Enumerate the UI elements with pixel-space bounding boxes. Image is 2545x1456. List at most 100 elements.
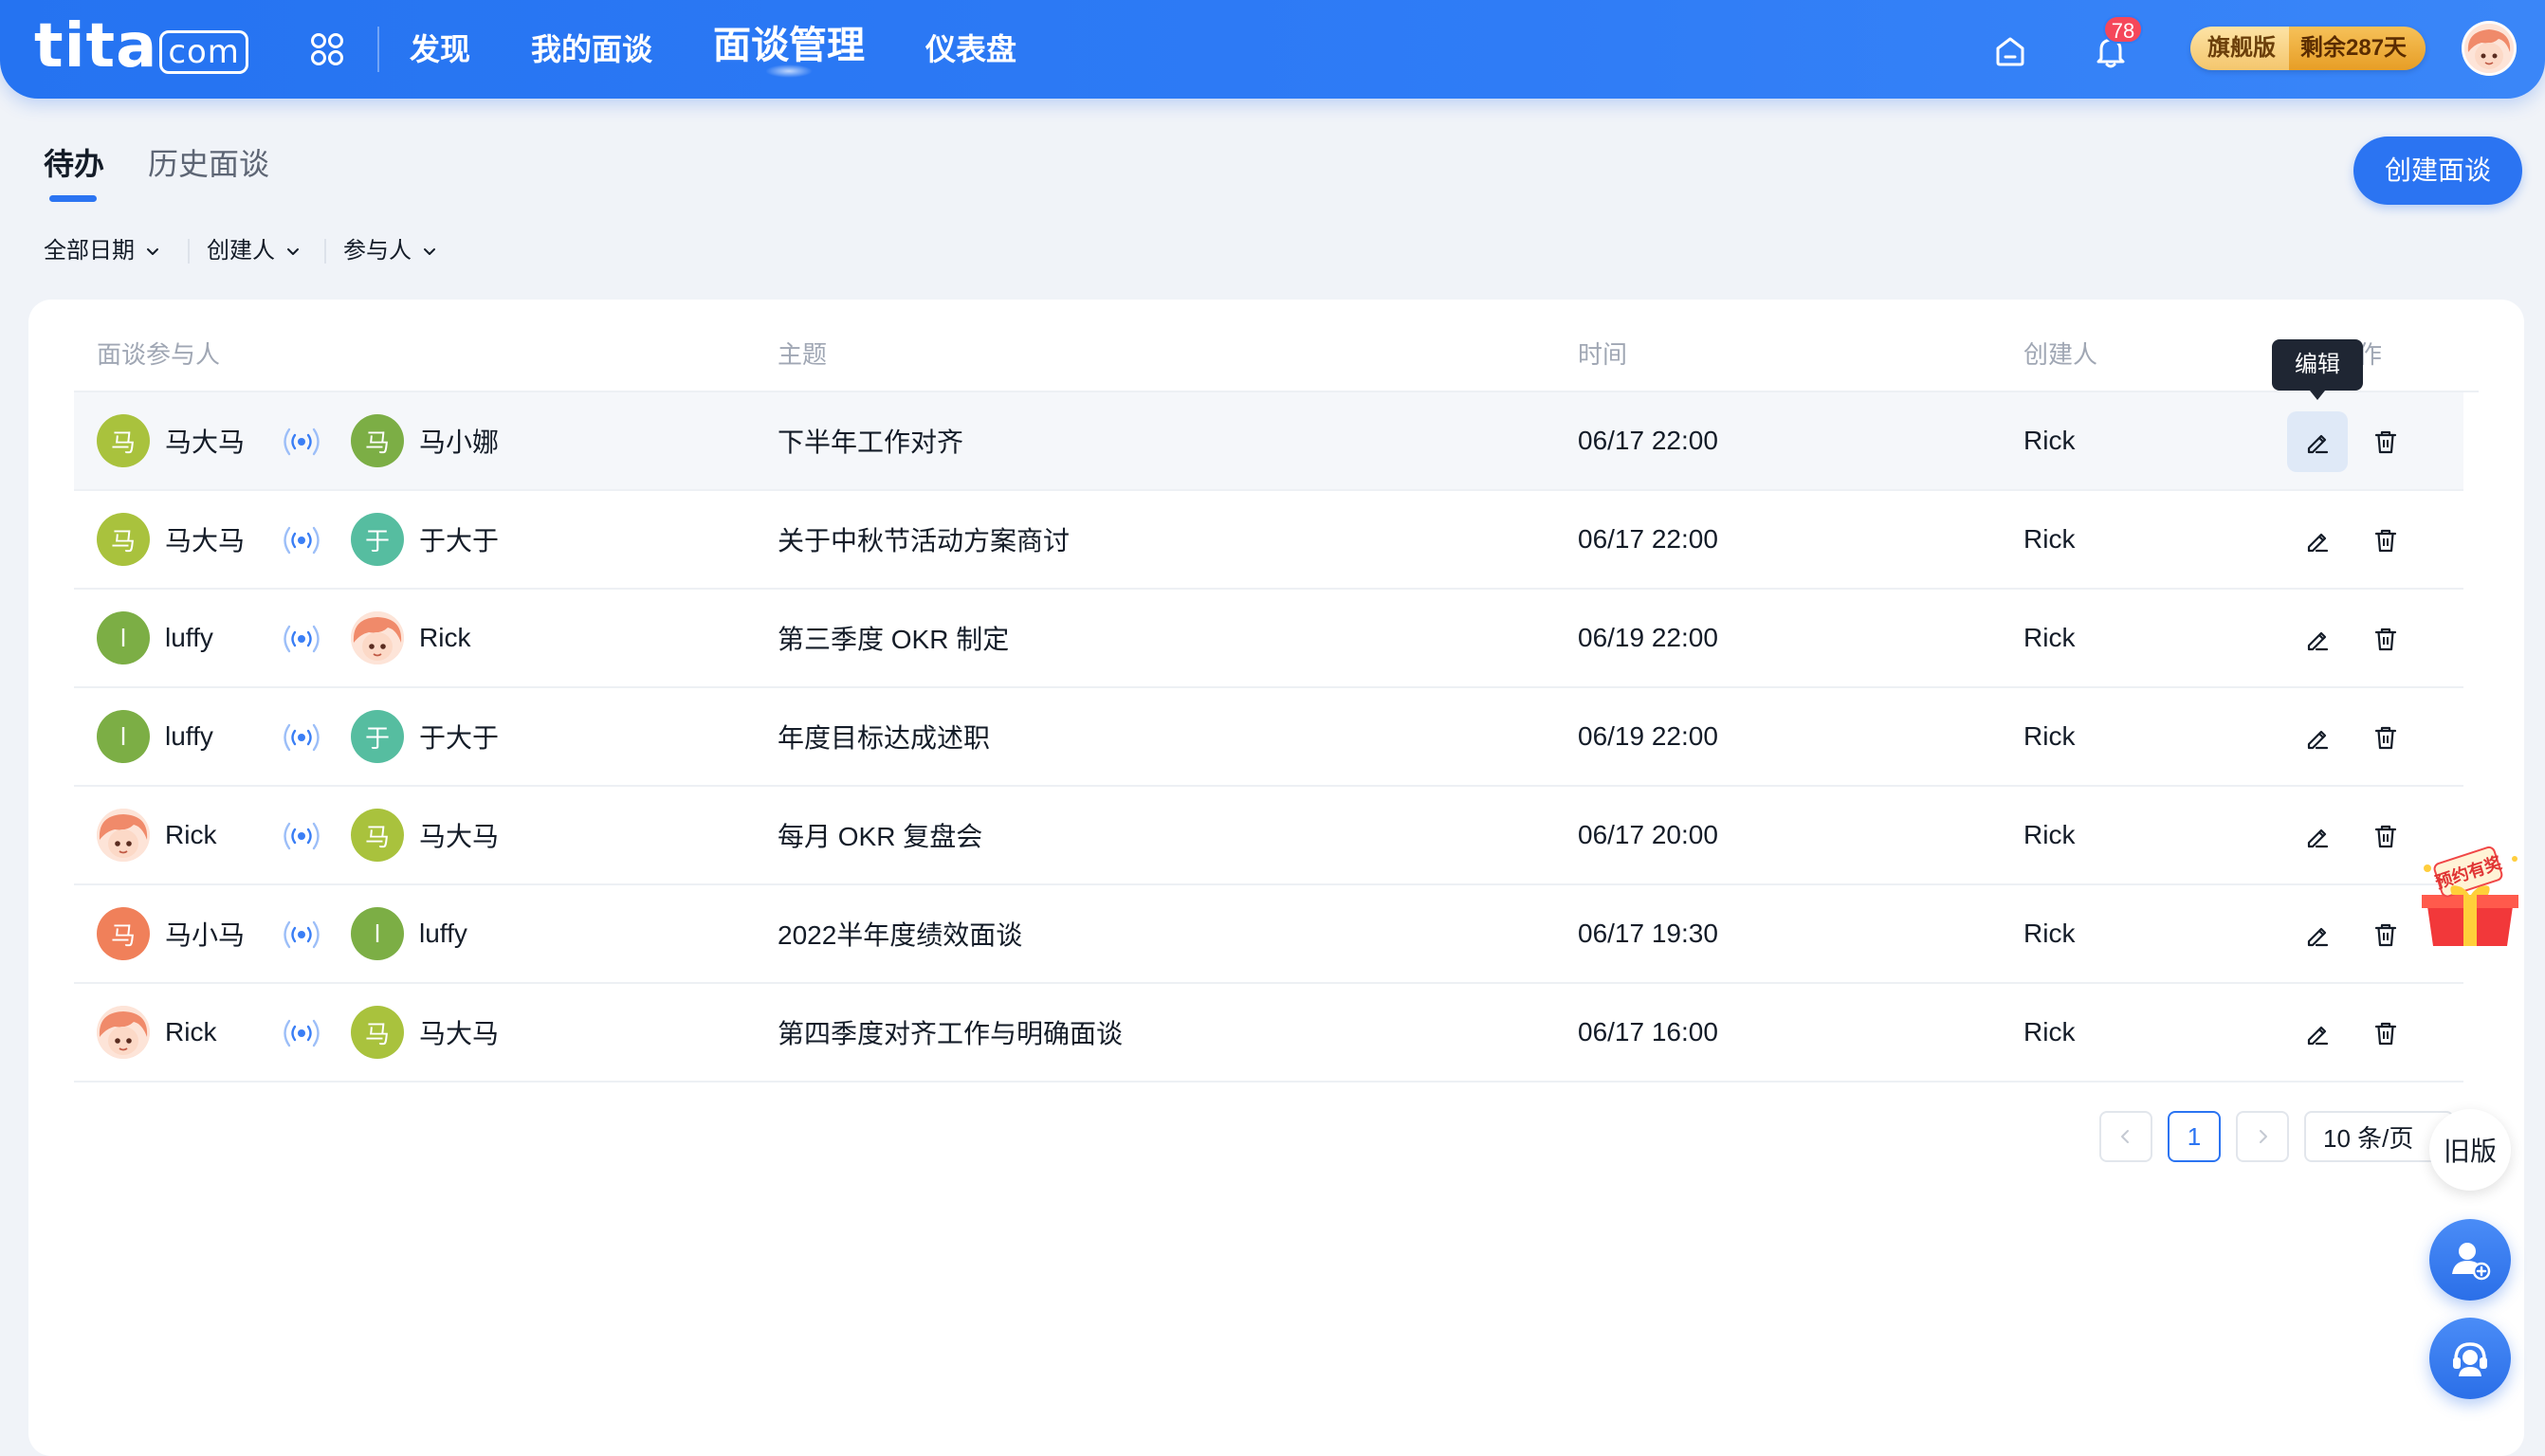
filter-participant[interactable]: 参与人 — [343, 235, 438, 267]
participant-avatar — [97, 1006, 150, 1059]
delete-button[interactable] — [2355, 411, 2416, 472]
nav-my-interviews[interactable]: 我的面谈 — [531, 25, 652, 74]
chevron-down-icon — [147, 248, 158, 255]
participant-1[interactable]: l luffy — [97, 590, 213, 686]
prev-page-button[interactable] — [2099, 1111, 2152, 1162]
nav-divider — [377, 27, 379, 72]
edit-pencil-icon — [2307, 828, 2329, 848]
edit-pencil-icon — [2307, 730, 2329, 750]
edit-tooltip: 编辑 — [2272, 339, 2363, 400]
delete-button[interactable] — [2355, 806, 2416, 866]
tab-todo[interactable]: 待办 — [44, 142, 104, 186]
participant-2[interactable]: 马 马大马 — [351, 787, 499, 883]
delete-button[interactable] — [2355, 707, 2416, 768]
add-member-button[interactable] — [2429, 1219, 2511, 1301]
participant-2[interactable]: l luffy — [351, 885, 467, 982]
filter-creator[interactable]: 创建人 — [207, 235, 302, 267]
customer-service-button[interactable] — [2429, 1318, 2511, 1399]
table-row[interactable]: 马 马大马 于 于大于 关于中秋节活动方案商讨 06/17 22:00 Rick — [74, 491, 2463, 590]
chevron-right-icon — [2260, 1130, 2267, 1143]
interview-creator: Rick — [2023, 1017, 2076, 1046]
page-number-button[interactable]: 1 — [2168, 1111, 2221, 1162]
delete-button[interactable] — [2355, 904, 2416, 965]
edit-button[interactable] — [2287, 411, 2348, 472]
edit-button[interactable] — [2287, 609, 2348, 669]
delete-button[interactable] — [2355, 510, 2416, 571]
table-row[interactable]: l luffy Rick 第三季度 OKR 制定 06/19 22:00 Ric… — [74, 590, 2463, 688]
logo-text: tita — [34, 11, 158, 82]
nav-interview-management[interactable]: 面谈管理 — [713, 21, 865, 78]
delete-button[interactable] — [2355, 1003, 2416, 1064]
participant-1[interactable]: 马 马大马 — [97, 491, 245, 588]
participant-1[interactable]: 马 马大马 — [97, 392, 245, 489]
interview-creator: Rick — [2023, 623, 2076, 652]
home-icon[interactable] — [1993, 34, 2027, 68]
table-row[interactable]: 马 马小马 l luffy 2022半年度绩效面谈 06/17 19:30 Ri… — [74, 885, 2463, 984]
trash-icon — [2374, 529, 2397, 553]
participant-1[interactable]: l luffy — [97, 688, 213, 785]
trash-icon — [2374, 825, 2397, 848]
participant-avatar: 马 — [351, 414, 404, 467]
table-row[interactable]: Rick 马 马大马 第四季度对齐工作与明确面谈 06/17 16:00 Ric… — [74, 984, 2463, 1083]
filter-date[interactable]: 全部日期 — [44, 235, 161, 267]
participant-name: Rick — [165, 820, 217, 849]
interview-link-icon — [284, 428, 320, 456]
tab-history[interactable]: 历史面谈 — [148, 142, 269, 186]
tita-logo[interactable]: tita com — [34, 13, 248, 80]
interview-topic: 第四季度对齐工作与明确面谈 — [778, 1019, 1124, 1048]
edit-button[interactable] — [2287, 707, 2348, 768]
edit-button[interactable] — [2287, 904, 2348, 965]
create-interview-button[interactable]: 创建面谈 — [2353, 136, 2522, 205]
participant-1[interactable]: Rick — [97, 984, 216, 1081]
participant-avatar: 马 — [351, 1006, 404, 1059]
gift-box-icon[interactable]: 预约有奖 — [2408, 840, 2532, 954]
apps-grid-icon[interactable] — [309, 31, 345, 67]
filter-participant-label: 参与人 — [343, 238, 412, 264]
interview-link-icon — [284, 822, 320, 850]
table-row[interactable]: l luffy 于 于大于 年度目标达成述职 06/19 22:00 Rick — [74, 688, 2463, 787]
participant-2[interactable]: 马 马小娜 — [351, 392, 499, 489]
interview-time: 06/17 22:00 — [1578, 524, 1718, 554]
participant-2[interactable]: Rick — [351, 590, 470, 686]
participant-1[interactable]: 马 马小马 — [97, 885, 245, 982]
header-creator: 创建人 — [2023, 340, 2098, 369]
participant-name: 于大于 — [419, 526, 500, 555]
interview-time: 06/19 22:00 — [1578, 721, 1718, 751]
edit-button[interactable] — [2287, 1003, 2348, 1064]
edit-button[interactable] — [2287, 806, 2348, 866]
edit-pencil-icon — [2307, 1026, 2329, 1046]
interview-link-icon — [284, 625, 320, 653]
nav-discover[interactable]: 发现 — [410, 25, 470, 74]
trash-icon — [2374, 726, 2397, 750]
participant-avatar: 于 — [351, 710, 404, 763]
participant-name: 马小马 — [165, 920, 246, 950]
participant-2[interactable]: 马 马大马 — [351, 984, 499, 1081]
filter-divider — [324, 239, 326, 264]
edit-button[interactable] — [2287, 510, 2348, 571]
participant-avatar: l — [97, 611, 150, 664]
plan-badge[interactable]: 旗舰版 剩余287天 — [2190, 27, 2426, 70]
next-page-button[interactable] — [2236, 1111, 2289, 1162]
table-row[interactable]: Rick 马 马大马 每月 OKR 复盘会 06/17 20:00 Rick — [74, 787, 2463, 885]
logo-domain: com — [159, 30, 248, 74]
interview-topic: 第三季度 OKR 制定 — [778, 625, 1010, 654]
interview-topic: 下半年工作对齐 — [778, 428, 964, 457]
notification-badge: 78 — [2103, 15, 2143, 44]
old-version-button[interactable]: 旧版 — [2429, 1109, 2511, 1191]
participant-2[interactable]: 于 于大于 — [351, 688, 499, 785]
participant-avatar: l — [351, 907, 404, 960]
filter-date-label: 全部日期 — [44, 238, 135, 264]
participant-name: 于大于 — [419, 723, 500, 753]
interview-time: 06/19 22:00 — [1578, 623, 1718, 652]
edit-pencil-icon — [2307, 434, 2329, 454]
delete-button[interactable] — [2355, 609, 2416, 669]
participant-name: 马大马 — [419, 1019, 500, 1048]
participant-1[interactable]: Rick — [97, 787, 216, 883]
trash-icon — [2374, 923, 2397, 947]
participant-2[interactable]: 于 于大于 — [351, 491, 499, 588]
nav-dashboard[interactable]: 仪表盘 — [925, 25, 1016, 74]
edit-pencil-icon — [2307, 533, 2329, 553]
participant-avatar — [97, 809, 150, 862]
user-avatar[interactable] — [2462, 21, 2517, 76]
table-row[interactable]: 马 马大马 马 马小娜 下半年工作对齐 06/17 22:00 Rick — [74, 392, 2463, 491]
